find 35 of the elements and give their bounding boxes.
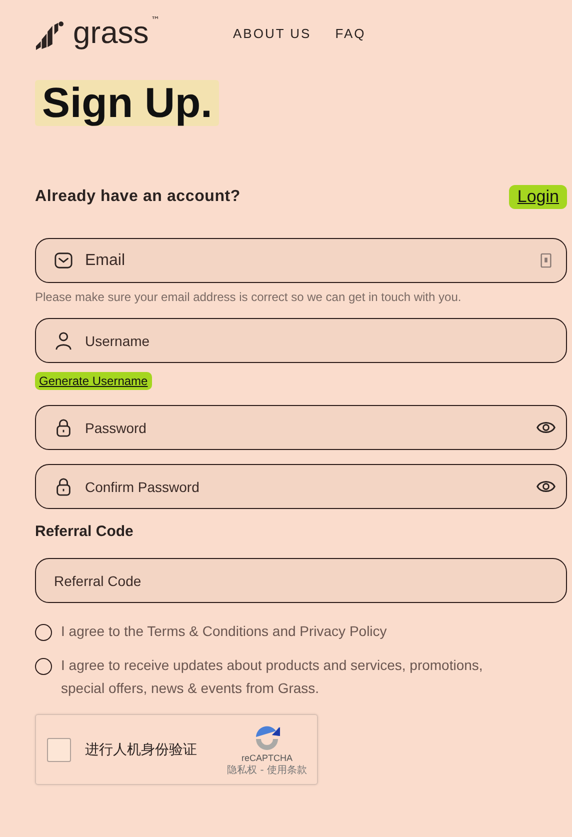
referral-field[interactable]: Referral Code xyxy=(35,558,567,603)
agreement-text: I agree to the Terms & Conditions and Privacy Policy xyxy=(61,622,387,641)
login-link[interactable]: Login xyxy=(509,185,567,209)
text-input[interactable]: Confirm Password xyxy=(83,478,536,496)
input-field[interactable]: Username xyxy=(35,318,567,363)
text-input[interactable]: Password xyxy=(83,418,536,436)
text-input[interactable]: Referral Code xyxy=(52,572,556,590)
checkbox[interactable] xyxy=(35,624,52,641)
trademark: ™ xyxy=(150,16,160,26)
referral-label: Referral Code xyxy=(35,523,134,540)
checkbox[interactable] xyxy=(35,658,52,675)
recaptcha-brand: reCAPTCHA xyxy=(242,752,293,762)
agreement-text: I agree to receive updates about products and services, promotions, special offers, news & events from Grass. xyxy=(61,656,484,698)
lock-icon xyxy=(54,418,73,437)
input-field[interactable]: Email xyxy=(35,238,567,283)
user-icon xyxy=(54,331,73,350)
eye-icon[interactable] xyxy=(536,479,556,494)
lock-icon xyxy=(54,477,73,496)
eye-icon[interactable] xyxy=(536,420,556,435)
envelope-icon xyxy=(54,251,73,270)
text-input[interactable]: Email xyxy=(83,250,540,270)
logo-text: grass xyxy=(73,16,149,50)
text-input[interactable]: Username xyxy=(83,332,556,350)
logo-icon xyxy=(35,21,64,50)
page-title: Sign Up. xyxy=(35,80,220,126)
nav-link[interactable]: ABOUT US xyxy=(233,26,312,40)
generate-username-link[interactable]: Generate Username xyxy=(35,372,152,390)
autofill-icon[interactable] xyxy=(540,253,552,268)
captcha-label: 进行人机身份验证 xyxy=(85,740,198,758)
account-prompt: Already have an account? xyxy=(35,188,240,206)
input-field[interactable]: Confirm Password xyxy=(35,464,567,509)
field-hint: Please make sure your email address is correct so we can get in touch with you. xyxy=(35,290,462,304)
input-field[interactable]: Password xyxy=(35,405,567,450)
nav-link[interactable]: FAQ xyxy=(335,26,366,40)
captcha-checkbox[interactable] xyxy=(47,738,71,762)
